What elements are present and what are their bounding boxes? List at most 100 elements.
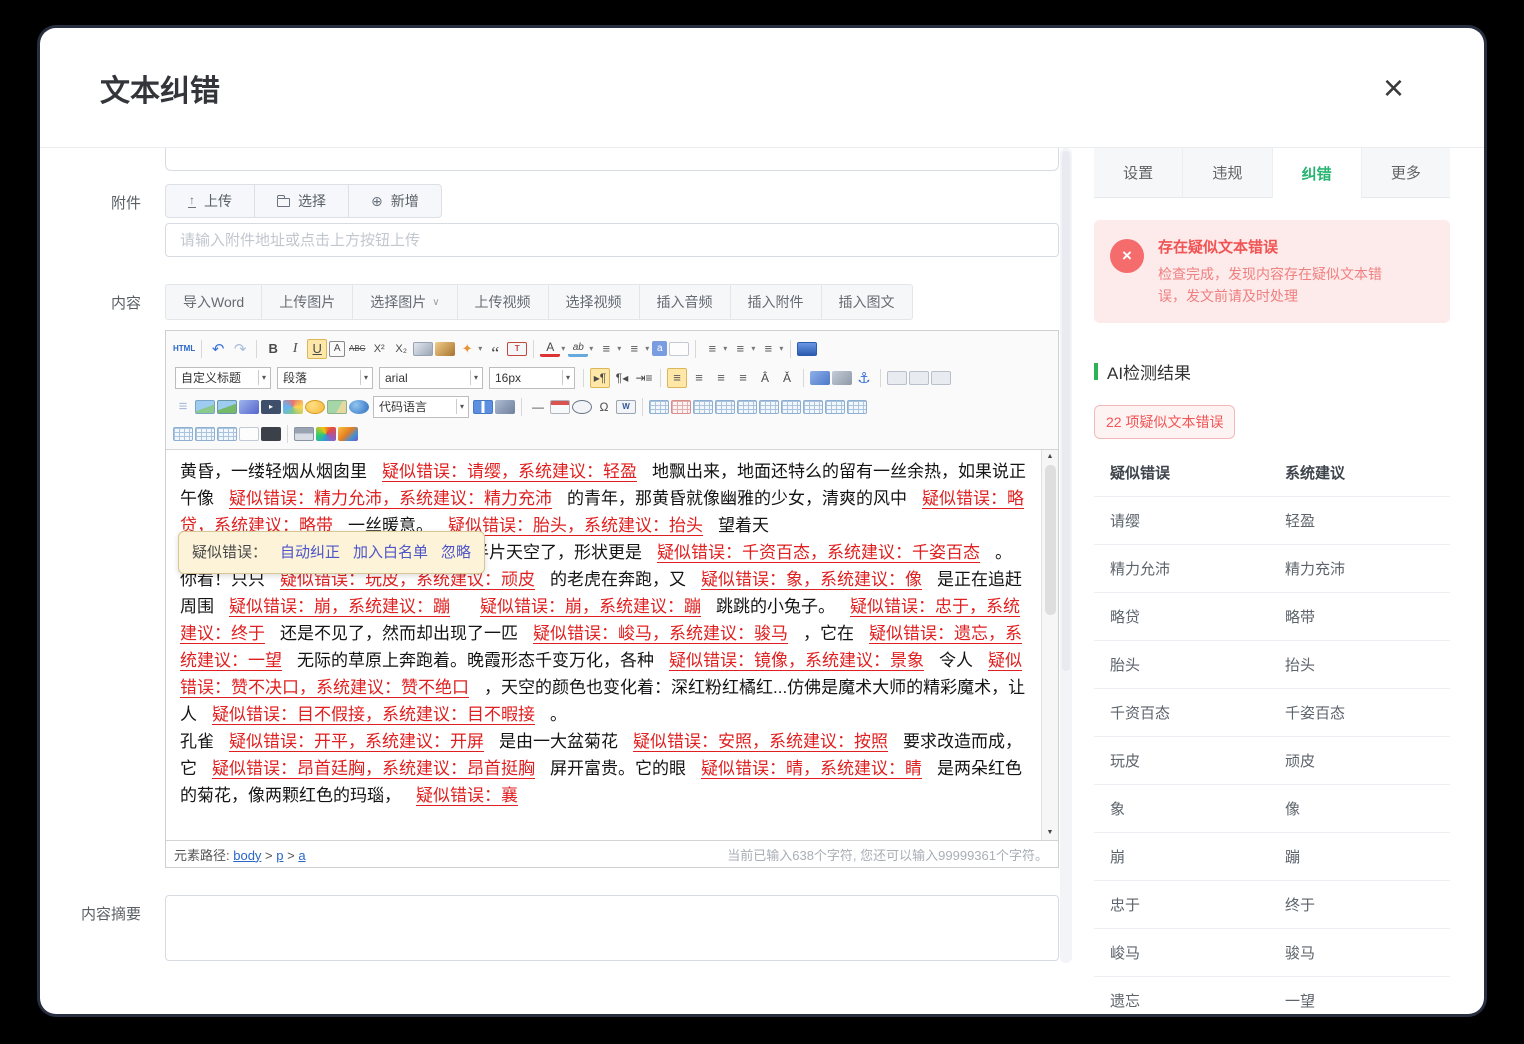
underline-icon[interactable]: U xyxy=(307,339,327,359)
horizontal-rule-icon[interactable]: — xyxy=(528,397,548,417)
image-block-icon[interactable]: ≡ xyxy=(173,397,193,417)
rtl-paragraph-icon[interactable]: ¶◂ xyxy=(612,368,632,388)
special-char-icon[interactable]: Ω xyxy=(594,397,614,417)
align-center-icon[interactable]: ≡ xyxy=(689,368,709,388)
error-annotation[interactable]: 疑似错误：请缨，系统建议：轻盈 xyxy=(382,462,637,481)
emoji-icon[interactable] xyxy=(305,400,325,414)
table-full-width-icon[interactable] xyxy=(803,400,823,414)
add-new-button[interactable]: ⊕新增 xyxy=(348,185,441,217)
suspected-error-row[interactable]: 遗忘一望 xyxy=(1094,977,1450,1014)
suspected-error-row[interactable]: 忠于终于 xyxy=(1094,881,1450,929)
increase-font-icon[interactable]: Â xyxy=(755,368,775,388)
suspected-error-row[interactable]: 玩皮顽皮 xyxy=(1094,737,1450,785)
path-link-body[interactable]: body xyxy=(233,848,261,863)
insert-col-icon[interactable] xyxy=(759,400,779,414)
graffiti-icon[interactable] xyxy=(283,400,303,414)
tab-violations[interactable]: 违规 xyxy=(1182,148,1271,198)
bold-icon[interactable]: B xyxy=(263,339,283,359)
align-dropdown-icon[interactable]: ≡ xyxy=(730,339,750,359)
auto-typeset-icon[interactable]: ✦ xyxy=(457,339,477,359)
suspected-error-row[interactable]: 千资百态千姿百态 xyxy=(1094,689,1450,737)
merge-cells-icon[interactable] xyxy=(217,427,237,441)
insert-table-icon[interactable] xyxy=(649,400,669,414)
link-icon[interactable] xyxy=(810,371,830,385)
table-fit-icon[interactable] xyxy=(847,400,867,414)
heading-select[interactable]: 自定义标题▾ xyxy=(175,367,271,389)
template-doc-icon[interactable] xyxy=(239,427,259,441)
form-scrollbar-thumb[interactable] xyxy=(1062,151,1070,671)
error-annotation[interactable]: 疑似错误：襄 xyxy=(416,786,518,805)
select-image-button[interactable]: 选择图片∨ xyxy=(352,285,456,319)
table-center-icon[interactable] xyxy=(825,400,845,414)
split-rows-icon[interactable] xyxy=(173,427,193,441)
subscript-icon[interactable]: X₂ xyxy=(391,339,411,359)
word-image-icon[interactable]: W xyxy=(616,400,636,414)
image-right-icon[interactable] xyxy=(931,371,951,385)
italic-icon[interactable]: I xyxy=(285,339,305,359)
time-icon[interactable] xyxy=(572,400,592,414)
suspected-error-row[interactable]: 胎头抬头 xyxy=(1094,641,1450,689)
new-doc-icon[interactable] xyxy=(669,342,689,356)
unlink-icon[interactable] xyxy=(832,371,852,385)
insert-attachment-button[interactable]: 插入附件 xyxy=(730,285,821,319)
select-video-button[interactable]: 选择视频 xyxy=(548,285,639,319)
insert-frame-icon[interactable] xyxy=(473,400,493,414)
insert-row-icon[interactable] xyxy=(715,400,735,414)
title-input-partial[interactable] xyxy=(165,148,1059,171)
suspected-error-row[interactable]: 象像 xyxy=(1094,785,1450,833)
preview-icon[interactable] xyxy=(797,342,817,356)
align-right-icon[interactable]: ≡ xyxy=(711,368,731,388)
error-annotation[interactable]: 疑似错误：晴，系统建议：睛 xyxy=(701,759,922,778)
attachment-icon[interactable] xyxy=(239,400,259,414)
line-spacing-icon[interactable]: ≡ xyxy=(758,339,778,359)
add-whitelist-link[interactable]: 加入白名单 xyxy=(353,539,428,566)
path-link-a[interactable]: a xyxy=(298,848,305,863)
gmap-icon[interactable] xyxy=(349,400,369,414)
error-annotation[interactable]: 疑似错误：目不假接，系统建议：目不暇接 xyxy=(212,705,535,724)
path-link-p[interactable]: p xyxy=(276,848,283,863)
redo-icon[interactable]: ↷ xyxy=(230,339,250,359)
upload-image-icon[interactable] xyxy=(217,400,237,414)
anchor-text-icon[interactable]: a xyxy=(652,341,667,356)
undo-icon[interactable]: ↶ xyxy=(208,339,228,359)
suspected-error-row[interactable]: 崩蹦 xyxy=(1094,833,1450,881)
table-caption-icon[interactable] xyxy=(693,400,713,414)
suspected-error-row[interactable]: 峻马骏马 xyxy=(1094,929,1450,977)
font-color-icon[interactable]: A xyxy=(540,340,560,357)
upload-image-button[interactable]: 上传图片 xyxy=(261,285,352,319)
ltr-paragraph-icon[interactable]: ▸¶ xyxy=(590,368,610,388)
error-annotation[interactable]: 疑似错误：胎头，系统建议：抬头 xyxy=(448,516,703,535)
source-code-icon[interactable]: HTML xyxy=(173,339,195,359)
error-annotation[interactable]: 疑似错误：象，系统建议：像 xyxy=(701,570,922,589)
image-left-icon[interactable] xyxy=(887,371,907,385)
image-center-icon[interactable] xyxy=(909,371,929,385)
delete-table-icon[interactable] xyxy=(671,400,691,414)
indent-icon[interactable]: ≡ xyxy=(702,339,722,359)
unordered-list-icon[interactable]: ≡ xyxy=(624,339,644,359)
tab-correction[interactable]: 纠错 xyxy=(1272,148,1361,198)
blockquote-icon[interactable]: “ xyxy=(485,339,505,359)
print-icon[interactable] xyxy=(294,427,314,441)
split-cols-icon[interactable] xyxy=(195,427,215,441)
error-annotation[interactable]: 疑似错误：千资百态，系统建议：千姿百态 xyxy=(657,543,980,562)
upload-video-button[interactable]: 上传视频 xyxy=(457,285,548,319)
align-left-icon[interactable]: ≡ xyxy=(667,368,687,388)
scroll-down-icon[interactable]: ▼ xyxy=(1047,828,1054,838)
align-justify-icon[interactable]: ≡ xyxy=(733,368,753,388)
code-language-select[interactable]: 代码语言▾ xyxy=(373,396,469,418)
ordered-list-icon[interactable]: ≡ xyxy=(596,339,616,359)
suspected-error-row[interactable]: 请缨轻盈 xyxy=(1094,497,1450,545)
error-annotation[interactable]: 疑似错误：安照，系统建议：按照 xyxy=(633,732,888,751)
tab-more[interactable]: 更多 xyxy=(1361,148,1450,198)
paste-as-text-icon[interactable]: T xyxy=(507,342,527,356)
ignore-link[interactable]: 忽略 xyxy=(441,539,471,566)
anchor-icon[interactable]: ⚓ xyxy=(854,368,874,388)
paragraph-format-select[interactable]: 段落▾ xyxy=(277,367,373,389)
error-annotation[interactable]: 疑似错误：崩，系统建议：蹦 xyxy=(480,597,701,616)
search-replace-icon[interactable] xyxy=(261,427,281,441)
split-cell-icon[interactable] xyxy=(781,400,801,414)
error-annotation[interactable]: 疑似错误：崩，系统建议：蹦 xyxy=(229,597,450,616)
upload-button[interactable]: ↑上传 xyxy=(166,185,254,217)
screenshot-icon[interactable] xyxy=(495,400,515,414)
insert-video-icon[interactable]: ▸ xyxy=(261,400,281,414)
